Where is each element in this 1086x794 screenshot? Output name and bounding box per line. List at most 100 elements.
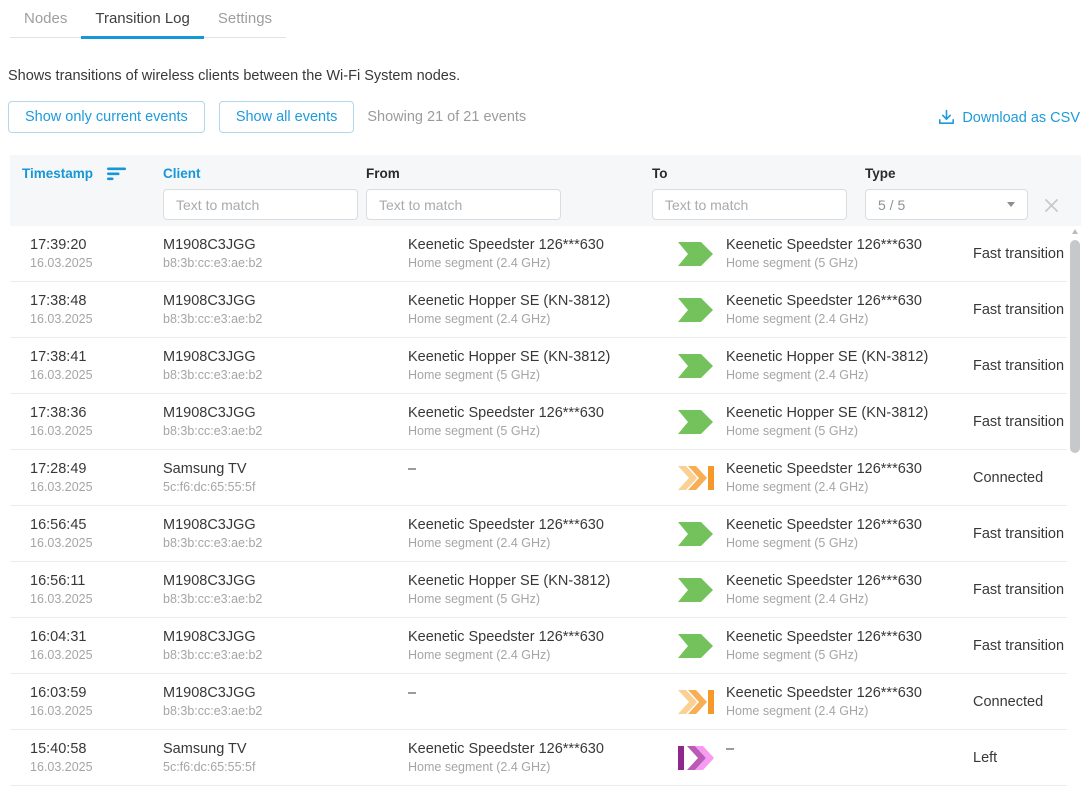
tab-nodes[interactable]: Nodes [10, 2, 81, 37]
from-segment [408, 479, 657, 496]
client-filter-input[interactable] [163, 189, 358, 220]
event-time: 15:40:58 [30, 739, 163, 759]
to-node: Keenetic Speedster 126***630 [726, 571, 973, 591]
event-time: 16:56:45 [30, 515, 163, 535]
type-filter-select[interactable]: 5 / 5 [865, 189, 1028, 220]
from-segment: Home segment (5 GHz) [408, 367, 657, 384]
from-node: – [408, 683, 657, 703]
from-segment: Home segment (2.4 GHz) [408, 255, 657, 272]
event-type: Fast transition [973, 414, 1067, 430]
to-node: Keenetic Speedster 126***630 [726, 235, 973, 255]
column-header-type: Type [865, 166, 896, 181]
from-node: – [408, 459, 657, 479]
event-date: 16.03.2025 [30, 647, 163, 664]
client-name: Samsung TV [163, 739, 408, 759]
column-header-from: From [366, 166, 400, 181]
to-segment: Home segment (5 GHz) [726, 255, 973, 272]
column-header-client: Client [163, 166, 201, 181]
client-name: M1908C3JGG [163, 515, 408, 535]
client-mac: b8:3b:cc:e3:ae:b2 [163, 311, 408, 328]
event-type: Connected [973, 470, 1067, 486]
event-time: 16:04:31 [30, 627, 163, 647]
client-name: M1908C3JGG [163, 627, 408, 647]
client-mac: 5c:f6:dc:65:55:5f [163, 759, 408, 776]
to-node: – [726, 739, 973, 759]
connected-icon [678, 689, 714, 715]
to-segment: Home segment (2.4 GHz) [726, 479, 973, 496]
fast-transition-icon [678, 297, 714, 323]
event-time: 16:56:11 [30, 571, 163, 591]
tab-bar: Nodes Transition Log Settings [10, 2, 286, 38]
client-mac: b8:3b:cc:e3:ae:b2 [163, 703, 408, 720]
vertical-scrollbar[interactable] [1070, 229, 1081, 790]
from-segment [408, 703, 657, 720]
table-row: 16:03:59 16.03.2025 M1908C3JGG b8:3b:cc:… [10, 674, 1067, 730]
from-node: Keenetic Speedster 126***630 [408, 515, 657, 535]
controls-row: Show only current events Show all events… [8, 101, 526, 133]
events-count-text: Showing 21 of 21 events [367, 109, 526, 125]
to-segment: Home segment (5 GHz) [726, 535, 973, 552]
table-row: 17:28:49 16.03.2025 Samsung TV 5c:f6:dc:… [10, 450, 1067, 506]
fast-transition-icon [678, 521, 714, 547]
fast-transition-icon [678, 577, 714, 603]
client-mac: b8:3b:cc:e3:ae:b2 [163, 367, 408, 384]
clear-filters-button[interactable] [1041, 195, 1062, 216]
table-row: 17:39:20 16.03.2025 M1908C3JGG b8:3b:cc:… [10, 226, 1067, 282]
fast-transition-icon [678, 633, 714, 659]
event-type: Connected [973, 694, 1067, 710]
from-segment: Home segment (5 GHz) [408, 423, 657, 440]
event-time: 16:03:59 [30, 683, 163, 703]
client-mac: b8:3b:cc:e3:ae:b2 [163, 591, 408, 608]
column-header-to: To [652, 166, 668, 181]
event-time: 17:38:41 [30, 347, 163, 367]
client-mac: b8:3b:cc:e3:ae:b2 [163, 647, 408, 664]
client-mac: b8:3b:cc:e3:ae:b2 [163, 255, 408, 272]
to-node: Keenetic Speedster 126***630 [726, 291, 973, 311]
event-date: 16.03.2025 [30, 367, 163, 384]
download-icon [938, 109, 955, 126]
to-segment [726, 759, 973, 776]
tab-settings[interactable]: Settings [204, 2, 286, 37]
fast-transition-icon [678, 353, 714, 379]
event-date: 16.03.2025 [30, 423, 163, 440]
from-node: Keenetic Speedster 126***630 [408, 739, 657, 759]
client-name: M1908C3JGG [163, 683, 408, 703]
event-type: Left [973, 750, 1067, 766]
from-node: Keenetic Speedster 126***630 [408, 403, 657, 423]
table-row: 15:40:58 16.03.2025 Samsung TV 5c:f6:dc:… [10, 730, 1067, 786]
event-type: Fast transition [973, 302, 1067, 318]
type-filter-value: 5 / 5 [878, 197, 1007, 213]
scroll-up-arrow-icon[interactable] [1072, 229, 1078, 234]
tab-transition-log[interactable]: Transition Log [81, 2, 204, 39]
event-time: 17:38:48 [30, 291, 163, 311]
to-node: Keenetic Speedster 126***630 [726, 627, 973, 647]
event-date: 16.03.2025 [30, 255, 163, 272]
download-csv-link[interactable]: Download as CSV [938, 109, 1080, 126]
client-name: M1908C3JGG [163, 235, 408, 255]
show-current-events-button[interactable]: Show only current events [8, 101, 205, 133]
client-mac: b8:3b:cc:e3:ae:b2 [163, 423, 408, 440]
event-date: 16.03.2025 [30, 535, 163, 552]
to-filter-input[interactable] [652, 189, 847, 220]
event-date: 16.03.2025 [30, 703, 163, 720]
event-type: Fast transition [973, 358, 1067, 374]
from-node: Keenetic Hopper SE (KN-3812) [408, 347, 657, 367]
to-segment: Home segment (2.4 GHz) [726, 367, 973, 384]
from-filter-input[interactable] [366, 189, 561, 220]
show-all-events-button[interactable]: Show all events [219, 101, 355, 133]
fast-transition-icon [678, 409, 714, 435]
from-segment: Home segment (2.4 GHz) [408, 647, 657, 664]
table-row: 16:56:11 16.03.2025 M1908C3JGG b8:3b:cc:… [10, 562, 1067, 618]
scrollbar-thumb[interactable] [1070, 240, 1080, 453]
transition-log-table: Timestamp Client From To Type 5 / 5 17:3… [10, 155, 1081, 786]
from-node: Keenetic Hopper SE (KN-3812) [408, 291, 657, 311]
fast-transition-icon [678, 241, 714, 267]
event-date: 16.03.2025 [30, 311, 163, 328]
client-name: M1908C3JGG [163, 571, 408, 591]
download-csv-label: Download as CSV [962, 110, 1080, 126]
table-header: Timestamp Client From To Type 5 / 5 [10, 155, 1081, 226]
to-node: Keenetic Speedster 126***630 [726, 459, 973, 479]
column-header-timestamp[interactable]: Timestamp [22, 166, 127, 181]
from-node: Keenetic Hopper SE (KN-3812) [408, 571, 657, 591]
close-icon [1041, 195, 1062, 216]
